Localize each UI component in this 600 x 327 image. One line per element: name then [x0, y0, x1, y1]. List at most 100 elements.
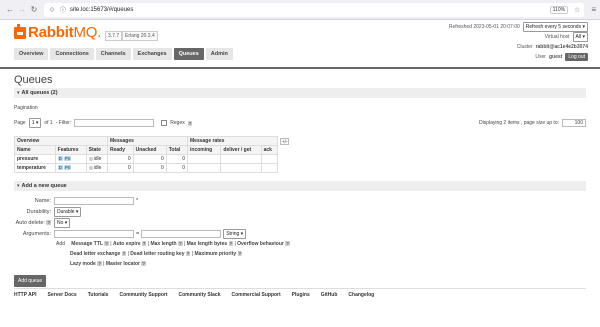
virtual-host-select[interactable]: All ▾ [572, 32, 588, 42]
forward-icon[interactable]: → [16, 4, 28, 16]
col-ack[interactable]: ack [260, 145, 279, 155]
name-row: Name: * [14, 195, 586, 206]
footer-link-community-slack[interactable]: Community Slack [179, 292, 221, 298]
col-deliver-get[interactable]: deliver / get [220, 145, 262, 155]
logo-prefix: Rabbit [28, 24, 74, 41]
col-unacked[interactable]: Unacked [132, 145, 167, 155]
refresh-interval-select[interactable]: Refresh every 5 seconds ▾ [522, 22, 588, 32]
argument-type-select[interactable]: String ▾ [223, 228, 247, 239]
arg-dead-letter-routing-key[interactable]: Dead letter routing key [130, 251, 184, 257]
main-content: Queues ▾ All queues (2) Pagination Page … [0, 68, 600, 293]
group-header-overview: Overview [14, 136, 108, 146]
help-icon[interactable]: ? [104, 241, 109, 246]
arg-dead-letter-exchange[interactable]: Dead letter exchange [70, 251, 120, 257]
arg-overflow-behaviour[interactable]: Overflow behaviour [237, 241, 284, 247]
arg-lazy-mode[interactable]: Lazy mode [70, 261, 96, 267]
add-queue-form: Name: * Durability: Durable ▾ Auto delet… [14, 195, 586, 287]
bookmark-star-icon[interactable]: ☆ [574, 6, 580, 14]
queue-total: 0 [165, 154, 189, 164]
help-icon[interactable]: ? [141, 241, 147, 246]
arg-auto-expire[interactable]: Auto expire [113, 241, 141, 247]
all-queues-toggle[interactable]: ▾ All queues (2) [14, 88, 586, 98]
help-icon[interactable]: ? [121, 251, 127, 256]
add-queue-button[interactable]: Add queue [14, 275, 47, 287]
queue-name-input[interactable] [54, 196, 134, 205]
col-total[interactable]: Total [165, 145, 189, 155]
arg-max-length[interactable]: Max length [150, 241, 176, 247]
add-queue-toggle[interactable]: ▾ Add a new queue [14, 181, 586, 191]
arg-max-length-bytes[interactable]: Max length bytes [187, 241, 228, 247]
tab-admin[interactable]: Admin [205, 48, 233, 60]
back-icon[interactable]: ← [4, 4, 16, 16]
queue-ack [260, 163, 279, 173]
help-icon[interactable]: ? [97, 261, 102, 266]
help-icon[interactable]: ? [185, 251, 191, 256]
table-row[interactable]: temperature D Pri idle 0 0 0 [14, 163, 292, 173]
col-ready[interactable]: Ready [107, 145, 134, 155]
pagination-row: Page 1 ▾ of 1 - Filter: Regex ? Displayi… [14, 118, 586, 128]
col-incoming[interactable]: incoming [186, 145, 222, 155]
feature-priority-badge: Pri [63, 156, 72, 161]
queue-name-link[interactable]: temperature [14, 163, 56, 173]
columns-toggle-button[interactable]: +/- [280, 137, 290, 145]
col-name[interactable]: Name [14, 145, 56, 155]
durability-label: Durability: [26, 208, 51, 215]
queue-features: D Pri [54, 163, 87, 173]
arg-message-ttl[interactable]: Message TTL [71, 241, 103, 247]
footer-link-server-docs[interactable]: Server Docs [48, 292, 77, 298]
queue-name-link[interactable]: pressure [14, 154, 56, 164]
footer-link-commercial-support[interactable]: Commercial Support [231, 292, 280, 298]
footer-link-community-support[interactable]: Community Support [119, 292, 167, 298]
argument-key-input[interactable] [54, 229, 134, 238]
regex-checkbox[interactable] [161, 120, 168, 126]
shield-icon: ◇ [49, 7, 55, 13]
tab-queues[interactable]: Queues [173, 48, 204, 60]
help-icon[interactable]: ? [141, 261, 146, 266]
logout-button[interactable]: Log out [565, 53, 588, 61]
queue-ready: 0 [107, 163, 134, 173]
auto-delete-select[interactable]: No ▾ [54, 217, 71, 228]
col-state[interactable]: State [85, 145, 109, 155]
queue-total: 0 [165, 163, 189, 173]
footer-link-github[interactable]: GitHub [321, 292, 338, 298]
help-icon[interactable]: ? [285, 241, 290, 246]
regex-help-icon[interactable]: ? [187, 120, 193, 126]
table-row[interactable]: pressure D Pri idle 0 0 0 [14, 154, 292, 164]
queue-deliver-get [220, 154, 262, 164]
queue-incoming [186, 154, 222, 164]
table-column-header-row: Name Features State Ready Unacked Total … [14, 145, 292, 155]
arg-maximum-priority[interactable]: Maximum priority [194, 251, 236, 257]
help-icon[interactable]: ? [177, 241, 183, 246]
zoom-level[interactable]: 110% [549, 5, 569, 14]
footer-link-plugins[interactable]: Plugins [292, 292, 310, 298]
browser-toolbar: ← → ↻ ◇ ⓘ site.loc:15673/#/queues 110% ☆… [0, 0, 600, 20]
durability-row: Durability: Durable ▾ [14, 206, 586, 217]
page-info-icon[interactable]: ⓘ [59, 6, 67, 14]
group-header-messages: Messages [107, 136, 188, 146]
tab-overview[interactable]: Overview [14, 48, 49, 60]
state-indicator-icon [88, 165, 93, 170]
footer-link-changelog[interactable]: Changelog [348, 292, 374, 298]
hamburger-menu-icon[interactable]: ≡ [591, 5, 596, 14]
page-select[interactable]: 1 ▾ [28, 118, 42, 128]
help-icon[interactable]: ? [228, 241, 234, 246]
footer-link-tutorials[interactable]: Tutorials [88, 292, 109, 298]
header-right-panel: Refreshed 2023-05-01 20:07:00 Refresh ev… [449, 22, 588, 62]
argument-value-input[interactable] [141, 229, 222, 238]
tab-exchanges[interactable]: Exchanges [132, 48, 172, 60]
footer-link-http-api[interactable]: HTTP API [14, 292, 37, 298]
reload-icon[interactable]: ↻ [28, 4, 40, 16]
help-icon[interactable]: ? [237, 251, 243, 256]
tab-connections[interactable]: Connections [50, 48, 94, 60]
durability-select[interactable]: Durable ▾ [54, 206, 82, 217]
page-size-input[interactable]: 100 [562, 119, 586, 127]
filter-input[interactable] [74, 119, 155, 127]
argument-shortcuts: Add Message TTL ? | Auto expire ? | Max … [56, 241, 290, 267]
arg-master-locator[interactable]: Master locator [106, 261, 140, 267]
feature-priority-badge: Pri [63, 165, 72, 170]
tab-channels[interactable]: Channels [95, 48, 131, 60]
arguments-row: Arguments: = String ▾ [14, 228, 586, 239]
rabbitmq-logo[interactable]: RabbitMQ. [14, 23, 101, 41]
auto-delete-help-icon[interactable]: ? [46, 219, 51, 225]
address-bar[interactable]: ◇ ⓘ site.loc:15673/#/queues 110% ☆ [44, 2, 585, 17]
